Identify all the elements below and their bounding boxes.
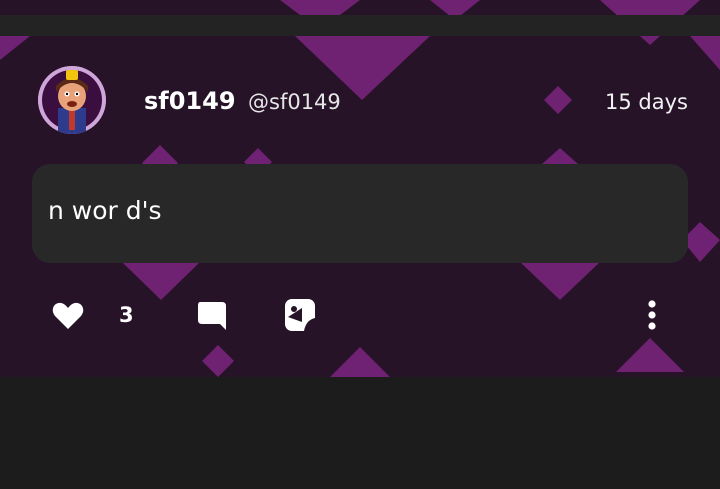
share-button[interactable]	[284, 298, 316, 336]
share-sticker-icon	[285, 299, 315, 331]
heart-icon	[52, 302, 84, 329]
avatar-character	[38, 66, 106, 134]
user-handle[interactable]: @sf0149	[248, 90, 341, 114]
more-options-button[interactable]	[646, 300, 658, 336]
top-bar	[0, 15, 720, 36]
display-name[interactable]: sf0149	[144, 87, 236, 115]
post-message: n wor d's	[48, 196, 162, 225]
user-avatar[interactable]	[38, 66, 106, 134]
like-button[interactable]	[52, 302, 84, 334]
comment-button[interactable]	[196, 300, 228, 336]
more-vertical-icon	[648, 300, 656, 330]
comment-bubble-icon	[198, 302, 226, 330]
post-timestamp: 15 days	[605, 90, 688, 114]
like-count: 3	[119, 303, 134, 327]
